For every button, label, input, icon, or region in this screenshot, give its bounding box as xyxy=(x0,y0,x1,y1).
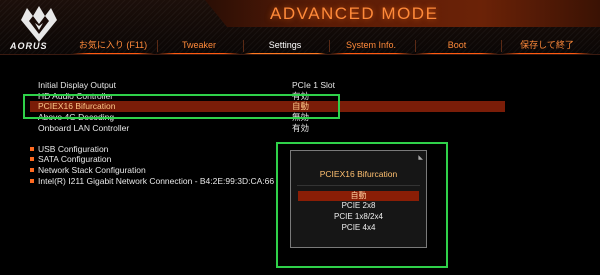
setting-initial-display-output[interactable]: Initial Display Output PCIe 1 Slot xyxy=(30,80,505,91)
bullet-icon xyxy=(30,157,34,161)
bullet-icon xyxy=(30,179,34,183)
popup-divider xyxy=(297,185,420,186)
tab-settings[interactable]: Settings xyxy=(244,38,330,55)
setting-label: PCIEX16 Bifurcation xyxy=(38,101,116,111)
popup-title: PCIEX16 Bifurcation xyxy=(319,169,398,179)
setting-value: 有効 xyxy=(292,123,310,133)
setting-pciex16-bifurcation[interactable]: PCIEX16 Bifurcation 自動 xyxy=(30,101,505,112)
setting-value: 自動 xyxy=(292,101,310,111)
setting-onboard-lan-controller[interactable]: Onboard LAN Controller 有効 xyxy=(30,123,505,134)
tab-label: Tweaker xyxy=(181,40,216,50)
tab-favorites[interactable]: お気に入り (F11) xyxy=(72,38,158,55)
bifurcation-popup: ◣ PCIEX16 Bifurcation 自動 PCIE 2x8 PCIE 1… xyxy=(290,150,427,248)
popup-corner-icon: ◣ xyxy=(418,155,423,161)
tab-label: お気に入り (F11) xyxy=(78,40,148,50)
popup-option-auto[interactable]: 自動 xyxy=(298,191,419,201)
submenu-label: Network Stack Configuration xyxy=(38,165,146,175)
submenu-label: Intel(R) I211 Gigabit Network Connection… xyxy=(38,176,275,186)
tab-label: Boot xyxy=(447,40,467,50)
tab-label: Settings xyxy=(268,40,302,50)
setting-label: Initial Display Output xyxy=(38,80,116,90)
popup-option-pcie-2x8[interactable]: PCIE 2x8 xyxy=(298,201,419,211)
setting-label: Above 4G Decoding xyxy=(38,112,115,122)
popup-option-pcie-4x4[interactable]: PCIE 4x4 xyxy=(298,223,419,233)
header-bar: AORUS ADVANCED MODE お気に入り (F11) Tweaker … xyxy=(0,0,600,55)
brand-logo-text: AORUS xyxy=(10,41,48,51)
page-title: ADVANCED MODE xyxy=(270,4,439,23)
setting-value: PCIe 1 Slot xyxy=(292,80,335,90)
popup-option-pcie-1x8-2x4[interactable]: PCIE 1x8/2x4 xyxy=(298,212,419,222)
setting-above-4g-decoding[interactable]: Above 4G Decoding 無効 xyxy=(30,112,505,123)
aorus-eagle-icon xyxy=(21,6,57,42)
setting-value: 無効 xyxy=(292,112,310,122)
header-divider xyxy=(0,54,600,55)
tab-label: System Info. xyxy=(345,40,397,50)
tab-boot[interactable]: Boot xyxy=(416,38,502,55)
setting-label: Onboard LAN Controller xyxy=(38,123,130,133)
submenu-label: SATA Configuration xyxy=(38,154,112,164)
bullet-icon xyxy=(30,147,34,151)
tab-save-exit[interactable]: 保存して終了 xyxy=(502,38,592,55)
tab-label: 保存して終了 xyxy=(520,40,574,50)
tab-system-info[interactable]: System Info. xyxy=(330,38,416,55)
tab-tweaker[interactable]: Tweaker xyxy=(158,38,244,55)
tab-bar: お気に入り (F11) Tweaker Settings System Info… xyxy=(72,38,600,55)
bullet-icon xyxy=(30,168,34,172)
